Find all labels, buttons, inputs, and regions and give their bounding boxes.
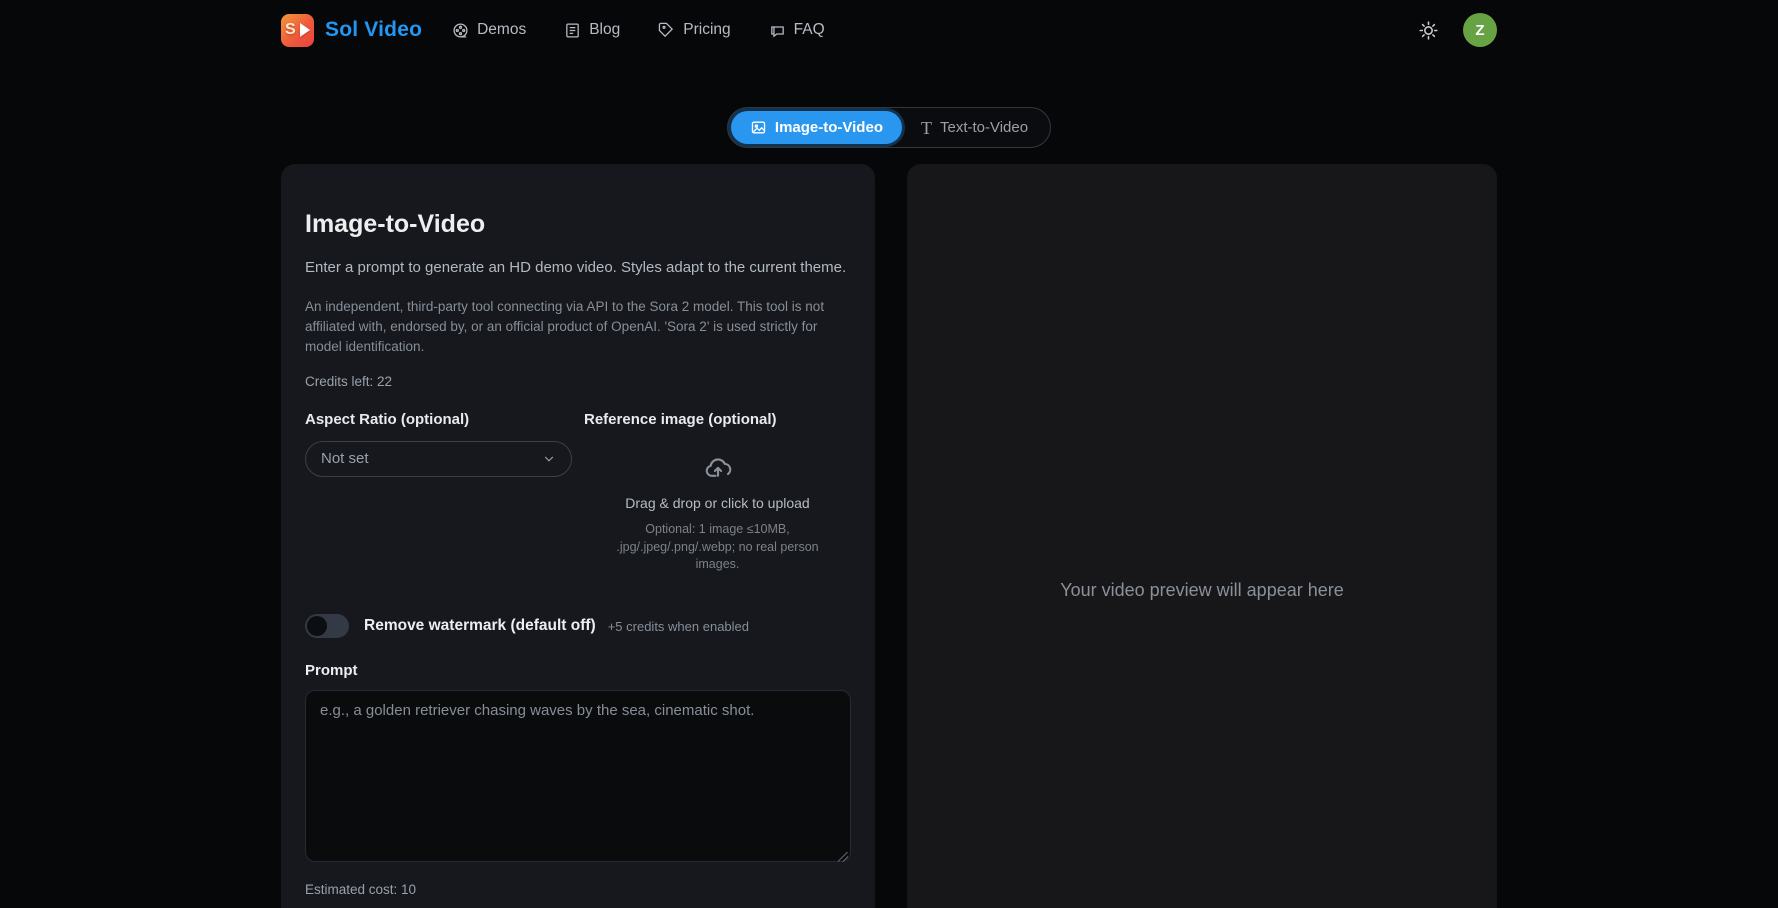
film-reel-icon <box>452 22 469 39</box>
nav-label: FAQ <box>794 21 825 39</box>
nav-label: Blog <box>589 21 620 39</box>
mode-switcher-row: Image-to-Video T Text-to-Video <box>0 107 1778 148</box>
page-title: Image-to-Video <box>305 210 851 239</box>
text-icon: T <box>921 119 932 137</box>
preview-placeholder-text: Your video preview will appear here <box>1060 580 1344 601</box>
cloud-upload-icon <box>703 452 733 482</box>
user-avatar[interactable]: Z <box>1463 13 1497 47</box>
upload-dropzone[interactable]: Drag & drop or click to upload Optional:… <box>584 452 851 574</box>
tag-icon <box>658 22 675 39</box>
sun-icon <box>1418 20 1439 41</box>
reference-image-field: Reference image (optional) Drag & drop o… <box>584 411 851 574</box>
document-icon <box>564 22 581 39</box>
main-nav: Demos Blog Pricing FAQ <box>452 21 825 39</box>
reference-image-label: Reference image (optional) <box>584 411 851 428</box>
logo-letter: S <box>285 21 296 39</box>
prompt-label: Prompt <box>305 662 851 679</box>
app-logo[interactable]: S <box>281 14 314 47</box>
aspect-ratio-label: Aspect Ratio (optional) <box>305 411 572 428</box>
prompt-input[interactable] <box>305 690 851 862</box>
mode-switcher: Image-to-Video T Text-to-Video <box>727 107 1051 148</box>
upload-hint: Optional: 1 image ≤10MB, .jpg/.jpeg/.png… <box>613 521 823 574</box>
credits-left: Credits left: 22 <box>305 374 851 389</box>
nav-label: Demos <box>477 21 526 39</box>
brand-title[interactable]: Sol Video <box>325 18 422 42</box>
toggle-knob <box>307 616 327 636</box>
disclaimer-text: An independent, third-party tool connect… <box>305 297 845 357</box>
tab-text-to-video[interactable]: T Text-to-Video <box>902 111 1047 144</box>
aspect-ratio-select[interactable]: Not set <box>305 441 572 477</box>
nav-item-demos[interactable]: Demos <box>452 21 526 39</box>
tab-label: Image-to-Video <box>775 119 883 136</box>
watermark-row: Remove watermark (default off) +5 credit… <box>305 614 851 638</box>
image-icon <box>750 119 767 136</box>
chat-icon <box>769 22 786 39</box>
generation-form-panel: Image-to-Video Enter a prompt to generat… <box>281 164 875 908</box>
tab-label: Text-to-Video <box>940 119 1028 136</box>
play-triangle-icon <box>300 23 310 37</box>
chevron-down-icon <box>542 452 556 466</box>
video-preview-panel: Your video preview will appear here <box>907 164 1497 908</box>
aspect-ratio-value: Not set <box>321 450 369 467</box>
top-navbar: S Sol Video Demos Blog <box>0 0 1778 60</box>
nav-item-pricing[interactable]: Pricing <box>658 21 730 39</box>
nav-item-faq[interactable]: FAQ <box>769 21 825 39</box>
tab-image-to-video[interactable]: Image-to-Video <box>731 111 902 144</box>
watermark-label: Remove watermark (default off) <box>364 617 596 635</box>
aspect-ratio-field: Aspect Ratio (optional) Not set <box>305 411 572 574</box>
upload-text: Drag & drop or click to upload <box>625 495 809 511</box>
watermark-note: +5 credits when enabled <box>608 619 749 634</box>
nav-item-blog[interactable]: Blog <box>564 21 620 39</box>
main-content: Image-to-Video Enter a prompt to generat… <box>281 164 1497 908</box>
theme-toggle-button[interactable] <box>1418 20 1439 41</box>
nav-label: Pricing <box>683 21 730 39</box>
form-subtitle: Enter a prompt to generate an HD demo vi… <box>305 259 851 276</box>
estimated-cost: Estimated cost: 10 <box>305 882 851 897</box>
remove-watermark-toggle[interactable] <box>305 614 349 638</box>
